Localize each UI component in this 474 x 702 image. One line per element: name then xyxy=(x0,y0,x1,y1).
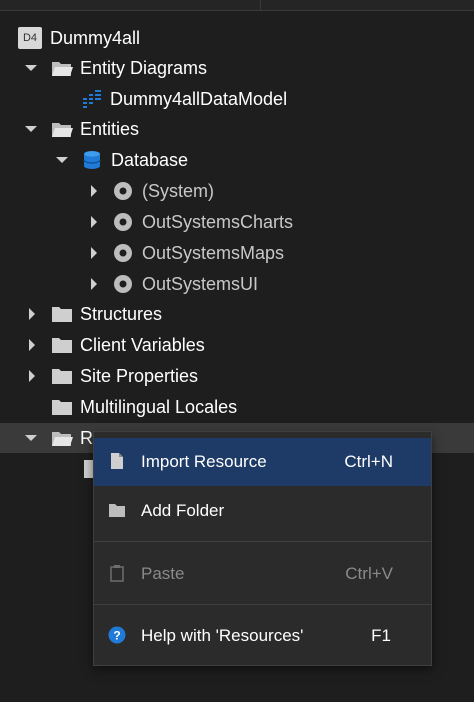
chevron-right-icon[interactable] xyxy=(24,306,40,322)
menu-item-label: Help with 'Resources' xyxy=(141,626,304,645)
chevron-right-icon[interactable] xyxy=(86,214,102,230)
tree-item-entity-diagrams[interactable]: Entity Diagrams xyxy=(0,53,474,83)
menu-item-label: Paste xyxy=(141,564,185,583)
tree-item-structures[interactable]: Structures xyxy=(0,299,474,329)
tree-item-entities[interactable]: Entities xyxy=(0,114,474,144)
tree-item-label: Dummy4allDataModel xyxy=(110,89,288,109)
tree-item-label: Structures xyxy=(80,304,163,324)
tree-item-label: R xyxy=(80,428,93,448)
tree-item-label: OutSystemsMaps xyxy=(142,243,285,263)
module-ref-icon xyxy=(114,213,132,231)
folder-icon xyxy=(52,400,72,415)
chevron-right-icon[interactable] xyxy=(86,245,102,261)
tree-item-site-properties[interactable]: Site Properties xyxy=(0,361,474,391)
top-bar-divider xyxy=(260,0,261,10)
tree-item-module[interactable]: OutSystemsCharts xyxy=(0,207,474,237)
tree-item-label: (System) xyxy=(142,181,214,201)
folder-open-icon xyxy=(52,62,73,76)
tree-item-label: Multilingual Locales xyxy=(80,397,238,417)
svg-text:?: ? xyxy=(113,629,120,643)
clipboard-icon xyxy=(110,565,124,582)
tree-item-module[interactable]: OutSystemsUI xyxy=(0,269,474,299)
chevron-right-icon[interactable] xyxy=(24,337,40,353)
context-menu: Import Resource Ctrl+N Add Folder Paste … xyxy=(93,431,432,666)
tree-item-client-variables[interactable]: Client Variables xyxy=(0,330,474,360)
menu-item-shortcut: Ctrl+V xyxy=(345,564,393,583)
help-icon: ? xyxy=(108,626,126,644)
menu-item-label: Import Resource xyxy=(141,452,267,471)
import-resource-menu-item[interactable]: Import Resource Ctrl+N xyxy=(94,438,431,486)
chevron-right-icon[interactable] xyxy=(24,368,40,384)
chevron-down-icon[interactable] xyxy=(23,60,39,76)
file-icon xyxy=(111,453,123,469)
tree-item-label: Site Properties xyxy=(80,366,199,386)
module-ref-icon xyxy=(114,182,132,200)
tree-item-root-label: Dummy4all xyxy=(50,28,141,48)
tree-item-multilingual-locales[interactable]: Multilingual Locales xyxy=(0,392,474,422)
chevron-down-icon[interactable] xyxy=(23,121,39,137)
module-icon: D4 xyxy=(18,27,42,49)
entity-diagram-icon xyxy=(83,90,101,108)
chevron-right-icon[interactable] xyxy=(86,276,102,292)
tree-item-module[interactable]: OutSystemsMaps xyxy=(0,238,474,268)
menu-separator xyxy=(94,604,431,605)
folder-icon xyxy=(52,307,72,322)
chevron-down-icon[interactable] xyxy=(54,152,70,168)
help-menu-item[interactable]: ? Help with 'Resources' F1 xyxy=(94,612,431,660)
tree-item-label: Entity Diagrams xyxy=(80,58,208,78)
folder-open-icon xyxy=(52,123,73,137)
menu-item-label: Add Folder xyxy=(141,501,225,520)
module-ref-icon xyxy=(114,275,132,293)
database-icon xyxy=(83,151,101,169)
panel-top-bar xyxy=(0,0,474,11)
menu-separator xyxy=(94,541,431,542)
tree-item-root[interactable]: D4 Dummy4all xyxy=(0,23,474,53)
tree-item-label: Database xyxy=(111,150,189,170)
paste-menu-item[interactable]: Paste Ctrl+V xyxy=(94,550,431,598)
tree-item-label: Entities xyxy=(80,119,140,139)
module-ref-icon xyxy=(114,244,132,262)
menu-item-shortcut: Ctrl+N xyxy=(344,452,393,471)
folder-open-icon xyxy=(52,432,73,446)
tree-item-data-model[interactable]: Dummy4allDataModel xyxy=(0,84,474,114)
folder-icon xyxy=(52,338,72,353)
folder-icon xyxy=(109,504,125,517)
chevron-right-icon[interactable] xyxy=(86,183,102,199)
add-folder-menu-item[interactable]: Add Folder xyxy=(94,487,431,535)
tree-item-label: Client Variables xyxy=(80,335,205,355)
chevron-down-icon[interactable] xyxy=(23,430,39,446)
menu-item-shortcut: F1 xyxy=(371,626,391,645)
tree-item-database[interactable]: Database xyxy=(0,145,474,175)
tree-item-label: OutSystemsCharts xyxy=(142,212,294,232)
folder-icon xyxy=(52,369,72,384)
tree-item-module[interactable]: (System) xyxy=(0,176,474,206)
tree-item-label: OutSystemsUI xyxy=(142,274,259,294)
